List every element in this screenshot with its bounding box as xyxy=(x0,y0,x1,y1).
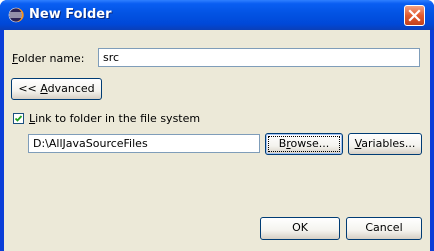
link-path-input[interactable]: D:\AllJavaSourceFiles xyxy=(28,134,260,153)
window-title: New Folder xyxy=(29,7,112,22)
link-checkbox-label[interactable]: Link to folder in the file system xyxy=(29,112,200,125)
folder-name-label: Folder name: xyxy=(12,52,85,65)
cancel-button[interactable]: Cancel xyxy=(346,217,422,240)
variables-button[interactable]: Variables... xyxy=(348,133,422,155)
checkmark-icon xyxy=(14,115,23,122)
link-checkbox[interactable] xyxy=(13,113,24,124)
dialog-body: Folder name: src << Advanced Link to fol… xyxy=(4,30,430,251)
folder-name-input[interactable]: src xyxy=(98,48,420,67)
close-button[interactable] xyxy=(404,5,425,26)
title-bar[interactable]: New Folder xyxy=(0,0,434,30)
browse-button[interactable]: Browse... xyxy=(265,133,343,155)
eclipse-icon xyxy=(8,7,24,23)
new-folder-dialog: New Folder Folder name: src << Advanced … xyxy=(0,0,434,251)
ok-button[interactable]: OK xyxy=(260,217,340,240)
advanced-button[interactable]: << Advanced xyxy=(11,78,102,100)
close-icon xyxy=(408,9,421,22)
